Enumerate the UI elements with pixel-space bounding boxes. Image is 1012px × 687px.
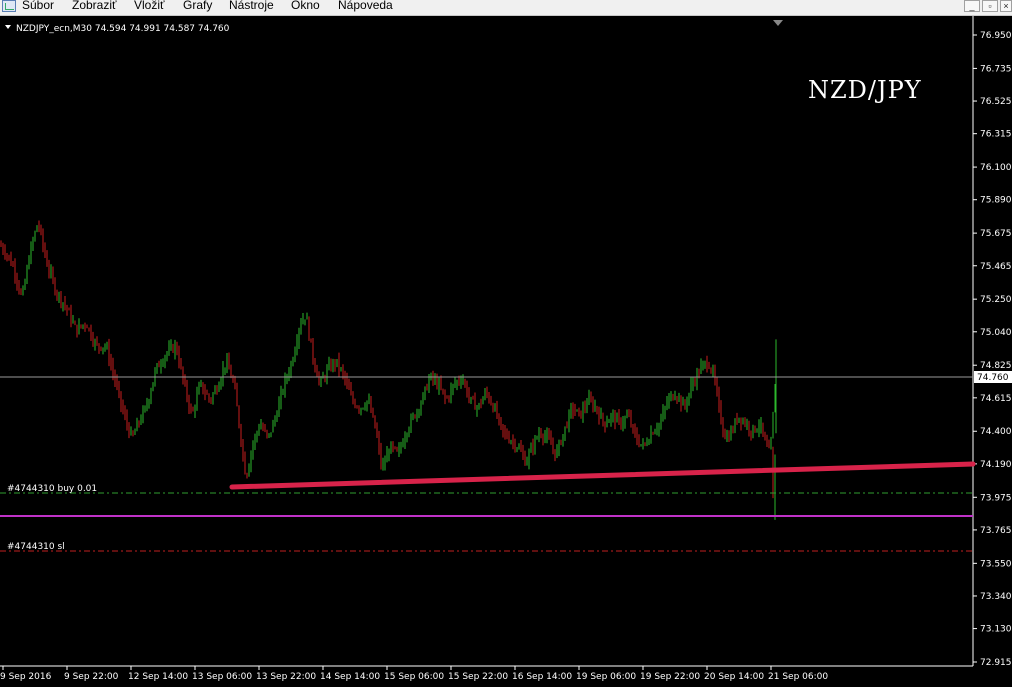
stop-loss-label: #4744310 sl bbox=[7, 542, 65, 552]
time-axis-label: 16 Sep 14:00 bbox=[512, 672, 572, 682]
price-axis-label: 76.100 bbox=[980, 163, 1012, 173]
restore-icon[interactable]: ▫ bbox=[982, 0, 998, 12]
price-axis-label: 73.765 bbox=[980, 526, 1012, 536]
chart-window-icon[interactable] bbox=[2, 0, 16, 12]
price-axis-label: 75.465 bbox=[980, 262, 1012, 272]
price-axis-label: 73.340 bbox=[980, 592, 1012, 602]
time-axis-label: 15 Sep 06:00 bbox=[384, 672, 444, 682]
support-trendline[interactable] bbox=[229, 461, 976, 490]
menu-subor[interactable]: Súbor bbox=[22, 0, 54, 13]
price-axis-label: 75.040 bbox=[980, 328, 1012, 338]
chart-window[interactable]: NZDJPY_ecn,M30 74.594 74.991 74.587 74.7… bbox=[0, 16, 1012, 687]
menu-okno[interactable]: Okno bbox=[291, 0, 320, 13]
time-axis-label: 19 Sep 22:00 bbox=[640, 672, 700, 682]
time-axis-label: 15 Sep 22:00 bbox=[448, 672, 508, 682]
time-axis-label: 9 Sep 22:00 bbox=[64, 672, 119, 682]
price-axis-label: 74.615 bbox=[980, 394, 1012, 404]
menu-vlozit[interactable]: Vložiť bbox=[134, 0, 165, 13]
time-axis-label: 9 Sep 2016 bbox=[0, 672, 52, 682]
time-axis: 9 Sep 2016 9 Sep 22:00 12 Sep 14:00 13 Sep … bbox=[0, 666, 828, 682]
price-axis-label: 74.825 bbox=[980, 361, 1012, 371]
price-axis-label: 73.130 bbox=[980, 625, 1012, 635]
menu-napoveda[interactable]: Nápoveda bbox=[338, 0, 393, 13]
price-axis-label: 73.975 bbox=[980, 493, 1012, 503]
price-axis-label: 75.250 bbox=[980, 295, 1012, 305]
menu-nastroje[interactable]: Nástroje bbox=[229, 0, 274, 13]
price-axis-label: 74.190 bbox=[980, 460, 1012, 470]
price-axis-label: 76.950 bbox=[980, 31, 1012, 41]
collapse-arrow-icon[interactable] bbox=[5, 25, 11, 29]
minimize-icon[interactable]: _ bbox=[964, 0, 980, 12]
price-axis-label: 76.525 bbox=[980, 97, 1012, 107]
symbol-watermark: NZD/JPY bbox=[808, 76, 922, 104]
time-axis-label: 21 Sep 06:00 bbox=[768, 672, 828, 682]
current-price-value: 74.760 bbox=[977, 373, 1009, 383]
buy-order-label: #4744310 buy 0.01 bbox=[7, 484, 97, 494]
time-axis-label: 13 Sep 22:00 bbox=[256, 672, 316, 682]
price-axis-label: 76.315 bbox=[980, 130, 1012, 140]
close-icon[interactable]: × bbox=[1000, 0, 1012, 12]
menu-grafy[interactable]: Grafy bbox=[183, 0, 212, 13]
chart-header: NZDJPY_ecn,M30 74.594 74.991 74.587 74.7… bbox=[16, 24, 230, 34]
menu-bar: Súbor Zobraziť Vložiť Grafy Nástroje Okn… bbox=[0, 0, 1012, 16]
price-axis: 76.950 76.735 76.525 76.315 76.100 75.890 75.6… bbox=[973, 31, 1012, 668]
time-axis-label: 13 Sep 06:00 bbox=[192, 672, 252, 682]
price-axis-label: 73.550 bbox=[980, 559, 1012, 569]
price-axis-label: 72.915 bbox=[980, 658, 1012, 668]
price-axis-label: 75.890 bbox=[980, 196, 1012, 206]
price-axis-label: 76.735 bbox=[980, 64, 1012, 74]
chart-shift-marker-icon[interactable] bbox=[773, 20, 783, 26]
price-axis-label: 74.400 bbox=[980, 427, 1012, 437]
time-axis-label: 19 Sep 06:00 bbox=[576, 672, 636, 682]
time-axis-label: 12 Sep 14:00 bbox=[128, 672, 188, 682]
menu-zobrazit[interactable]: Zobraziť bbox=[72, 0, 117, 13]
time-axis-label: 20 Sep 14:00 bbox=[704, 672, 764, 682]
price-axis-label: 75.675 bbox=[980, 229, 1012, 239]
price-chart[interactable]: NZDJPY_ecn,M30 74.594 74.991 74.587 74.7… bbox=[0, 16, 1012, 687]
time-axis-label: 14 Sep 14:00 bbox=[320, 672, 380, 682]
